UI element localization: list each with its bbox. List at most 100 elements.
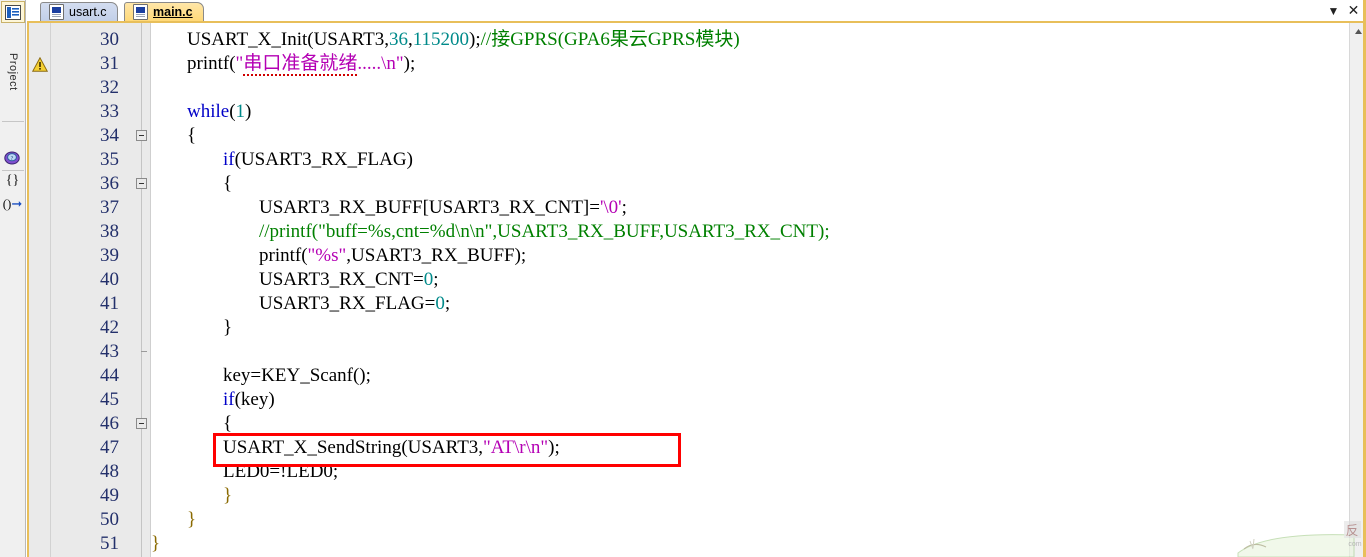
code-token: 36: [388, 29, 408, 50]
line-number: 50: [100, 509, 119, 530]
code-token: {: [187, 125, 197, 146]
code-token: '\0': [599, 197, 622, 218]
code-line[interactable]: }: [187, 508, 196, 532]
line-number: 39: [100, 245, 119, 266]
code-token: );: [548, 437, 560, 458]
code-token: 0: [423, 269, 434, 290]
code-line[interactable]: USART3_RX_CNT=0;: [259, 268, 439, 292]
line-number: 31: [100, 53, 119, 74]
code-line[interactable]: //printf("buff=%s,cnt=%d\n\n",USART3_RX_…: [259, 220, 830, 244]
code-token: key=KEY_Scanf();: [223, 365, 371, 386]
code-line[interactable]: {: [223, 412, 232, 436]
dock-divider-2: [2, 170, 24, 171]
code-line[interactable]: USART_X_SendString(USART3,"AT\r\n");: [223, 436, 560, 460]
line-number: 47: [100, 437, 119, 458]
svg-text:?: ?: [11, 156, 14, 162]
code-line[interactable]: while(1): [187, 100, 251, 124]
tab-list-dropdown-icon[interactable]: ▼: [1325, 2, 1342, 19]
fold-guide-line: [141, 23, 142, 557]
fold-collapse-box[interactable]: [136, 418, 147, 429]
code-line[interactable]: {: [223, 172, 232, 196]
code-token: .....\n": [357, 53, 404, 74]
line-number: 34: [100, 125, 119, 146]
line-number: 51: [100, 533, 119, 554]
line-number: 46: [100, 413, 119, 434]
line-number: 40: [100, 269, 119, 290]
code-token: );: [403, 53, 416, 74]
c-file-icon: [133, 4, 148, 20]
fold-end-tick: [141, 351, 147, 352]
code-token: printf(: [259, 245, 308, 266]
keil-editor-window: Project ? {} ()➞ usart.c main.c ▼ ✕ 30 3…: [0, 0, 1366, 557]
code-token: USART_X_Init(USART3,: [187, 29, 389, 50]
dock-divider-1: [2, 121, 24, 122]
project-window-glyph: [4, 4, 21, 20]
code-token: "%s": [307, 245, 347, 266]
code-token: }: [187, 509, 197, 530]
line-number: 33: [100, 101, 119, 122]
line-number: 38: [100, 221, 119, 242]
scroll-up-glyph: [1355, 29, 1362, 34]
code-token: ,USART3_RX_BUFF);: [346, 245, 527, 266]
code-token: 串口准备就绪: [243, 53, 358, 76]
line-number: 44: [100, 365, 119, 386]
warning-icon[interactable]: [32, 57, 48, 72]
line-number: 42: [100, 317, 119, 338]
fold-collapse-box[interactable]: [136, 130, 147, 141]
code-token: LED0=!LED0;: [223, 461, 339, 482]
code-line[interactable]: USART3_RX_FLAG=0;: [259, 292, 450, 316]
code-line[interactable]: }: [223, 316, 232, 340]
c-file-icon: [49, 4, 64, 20]
tab-label: main.c: [153, 5, 193, 19]
code-line[interactable]: }: [151, 532, 160, 556]
code-token: {: [223, 173, 233, 194]
code-token: "AT\r\n": [483, 437, 549, 458]
code-token: USART3_RX_FLAG=: [259, 293, 436, 314]
code-line[interactable]: USART_X_Init(USART3,36,115200);//接GPRS(G…: [187, 28, 740, 52]
line-number: 45: [100, 389, 119, 410]
code-token: if: [223, 389, 235, 410]
code-token: ;: [433, 269, 439, 290]
close-icon[interactable]: ✕: [1345, 2, 1362, 19]
code-line[interactable]: if(key): [223, 388, 275, 412]
code-line[interactable]: key=KEY_Scanf();: [223, 364, 371, 388]
code-token: 1: [235, 101, 246, 122]
project-window-icon[interactable]: [0, 1, 25, 23]
functions-icon[interactable]: {}: [1, 170, 25, 192]
left-dock-bar: Project ? {} ()➞: [0, 0, 26, 557]
dock-label-project: Project: [7, 53, 19, 91]
code-token: }: [151, 533, 161, 554]
code-line[interactable]: LED0=!LED0;: [223, 460, 338, 484]
code-token: (key): [234, 389, 275, 410]
templates-icon[interactable]: ()➞: [1, 193, 25, 215]
line-number-gutter: 30 31 32 33 34 35 36 37 38 39 40 41 42 43 44 45 46 47 48 49…: [51, 23, 125, 557]
code-line[interactable]: if(USART3_RX_FLAG): [223, 148, 413, 172]
code-token: 0: [435, 293, 445, 314]
templates-glyph: ()➞: [2, 196, 23, 211]
code-line[interactable]: USART3_RX_BUFF[USART3_RX_CNT]='\0';: [259, 196, 627, 220]
code-token: ;: [444, 293, 451, 314]
tab-main-c[interactable]: main.c: [124, 2, 204, 21]
code-folding-gutter[interactable]: [125, 23, 151, 557]
code-token: printf(: [187, 53, 236, 74]
marker-gutter[interactable]: [29, 23, 51, 557]
functions-glyph: {}: [5, 173, 20, 188]
line-number: 41: [100, 293, 119, 314]
code-token: 115200: [412, 29, 470, 50]
code-line[interactable]: printf("%s",USART3_RX_BUFF);: [259, 244, 526, 268]
fold-collapse-box[interactable]: [136, 178, 147, 189]
editor-tab-strip: usart.c main.c ▼ ✕: [26, 0, 1366, 21]
code-line[interactable]: printf("串口准备就绪.....\n");: [187, 52, 415, 76]
code-text-area[interactable]: USART_X_Init(USART3,36,115200);//接GPRS(G…: [151, 23, 1349, 557]
code-token: //printf("buff=%s,cnt=%d\n\n",USART3_RX_…: [259, 221, 830, 242]
tab-usart-c[interactable]: usart.c: [40, 2, 118, 21]
tab-label: usart.c: [69, 5, 107, 19]
code-token: }: [223, 317, 233, 338]
line-number: 43: [100, 341, 119, 362]
books-glyph: ?: [4, 151, 20, 165]
code-line[interactable]: {: [187, 124, 196, 148]
books-icon[interactable]: ?: [1, 147, 25, 169]
code-line[interactable]: }: [223, 484, 232, 508]
code-token: {: [223, 413, 233, 434]
line-number: 49: [100, 485, 119, 506]
